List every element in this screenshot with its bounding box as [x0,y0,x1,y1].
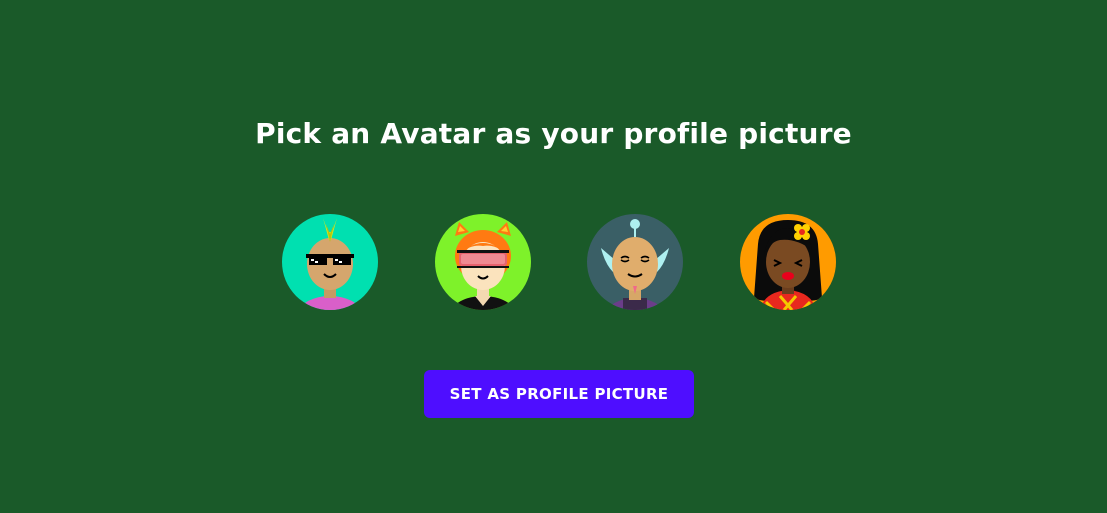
avatar-picker-page: Pick an Avatar as your profile picture S… [0,0,1107,513]
page-title: Pick an Avatar as your profile picture [255,117,852,150]
avatar-option-4[interactable] [740,214,836,310]
redhead-visor-avatar-icon [435,214,531,310]
set-profile-picture-button[interactable]: SET AS PROFILE PICTURE [424,370,694,418]
avatar-option-3[interactable] [587,214,683,310]
woman-flower-avatar-icon [740,214,836,310]
avatar-option-1[interactable] [282,214,378,310]
mohawk-sunglasses-avatar-icon [282,214,378,310]
bald-antenna-avatar-icon [587,214,683,310]
avatar-list [282,214,842,310]
avatar-option-2[interactable] [435,214,531,310]
